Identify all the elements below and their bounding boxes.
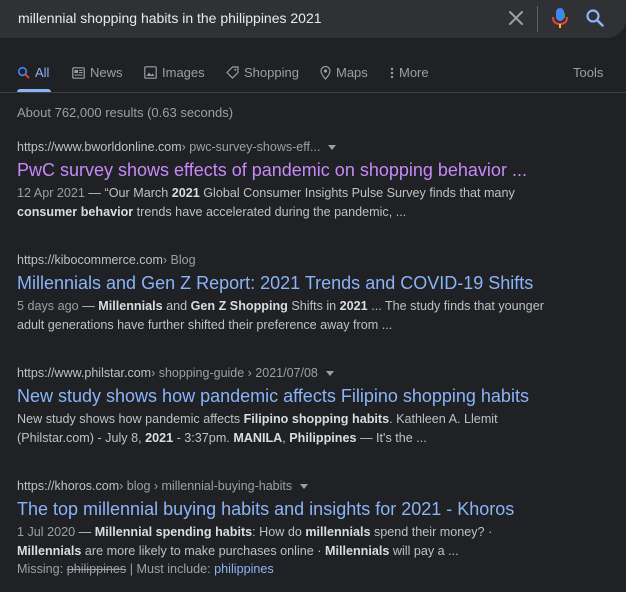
search-icon [17, 66, 30, 79]
snippet-text: adult generations have further shifted t… [17, 318, 393, 332]
result-site: https://www.bworldonline.com [17, 140, 182, 154]
result-site: https://khoros.com [17, 479, 120, 493]
snippet-highlight: Millennials [324, 544, 390, 558]
tab-label: Images [162, 65, 205, 80]
missing-term: philippines [66, 562, 127, 576]
snippet-highlight: 2021 [339, 299, 368, 313]
tab-label: Shopping [244, 65, 299, 80]
tab-label: Maps [336, 65, 368, 80]
tab-more[interactable]: More [390, 65, 429, 80]
snippet-text: - 3:37pm. [173, 431, 234, 445]
result-date: 1 Jul 2020 [17, 525, 76, 539]
result-title[interactable]: Millennials and Gen Z Report: 2021 Trend… [17, 273, 607, 294]
active-tab-indicator [17, 89, 51, 92]
snippet-highlight: consumer behavior [17, 205, 134, 219]
snippet-text: trends have accelerated during the pande… [133, 205, 407, 219]
snippet-text: New study shows how pandemic affects [17, 412, 244, 426]
snippet-text: — [75, 525, 95, 539]
result-path: › pwc-survey-shows-eff... [181, 140, 321, 154]
snippet-highlight: Millennials [98, 299, 163, 313]
snippet-text: spend their money? · [370, 525, 493, 539]
tab-all[interactable]: All [17, 65, 49, 80]
search-icon[interactable] [585, 8, 605, 28]
tab-images[interactable]: Images [144, 65, 205, 80]
result-title[interactable]: PwC survey shows effects of pandemic on … [17, 160, 607, 181]
kebab-icon [390, 67, 394, 78]
snippet-text: — [78, 299, 99, 313]
result-url[interactable]: https://kibocommerce.com › Blog [17, 253, 607, 267]
result-path: › shopping-guide › 2021/07/08 [151, 366, 318, 380]
news-icon [72, 66, 85, 79]
snippet-highlight: 2021 [145, 431, 174, 445]
search-bar: millennial shopping habits in the philip… [0, 0, 626, 38]
snippet-highlight: 2021 [171, 186, 200, 200]
tab-news[interactable]: News [72, 65, 123, 80]
tab-label: More [399, 65, 429, 80]
snippet-text: and [162, 299, 191, 313]
must-include-label: | Must include: [126, 562, 215, 576]
snippet-text: . Kathleen A. Llemit [389, 412, 498, 426]
search-result: https://khoros.com › blog › millennial-b… [17, 479, 607, 576]
map-pin-icon [320, 65, 331, 80]
result-url[interactable]: https://khoros.com › blog › millennial-b… [17, 479, 607, 493]
snippet-highlight: Millennial spending habits [94, 525, 253, 539]
chevron-down-icon[interactable] [325, 370, 334, 376]
tab-label: News [90, 65, 123, 80]
result-date: 5 days ago [17, 299, 79, 313]
tab-maps[interactable]: Maps [320, 65, 368, 80]
result-path: › Blog [162, 253, 196, 267]
snippet-highlight: millennials [305, 525, 371, 539]
snippet-highlight: Gen Z Shopping [190, 299, 288, 313]
must-include-link[interactable]: philippines [214, 562, 274, 576]
snippet-text: (Philstar.com) - July 8, [17, 431, 146, 445]
search-result: https://www.bworldonline.com › pwc-surve… [17, 140, 607, 222]
result-snippet: 12 Apr 2021 — “Our March 2021 Global Con… [17, 184, 607, 222]
snippet-highlight: Philippines [289, 431, 357, 445]
snippet-text: will pay a ... [389, 544, 459, 558]
tab-label: All [35, 65, 50, 80]
snippet-highlight: Filipino shopping habits [243, 412, 390, 426]
result-stats: About 762,000 results (0.63 seconds) [17, 105, 234, 120]
close-icon[interactable] [506, 8, 526, 28]
snippet-text: Shifts in [287, 299, 340, 313]
result-snippet: New study shows how pandemic affects Fil… [17, 410, 607, 448]
missing-label: Missing: [17, 562, 67, 576]
search-result: https://kibocommerce.com › Blog Millenni… [17, 253, 607, 335]
search-result: https://www.philstar.com › shopping-guid… [17, 366, 607, 448]
tools-label: Tools [573, 65, 604, 80]
image-icon [144, 66, 157, 79]
search-tabs: All News Images Shopping Maps More Tools [0, 56, 626, 93]
result-snippet: 1 Jul 2020 — Millennial spending habits:… [17, 523, 607, 561]
tag-icon [226, 66, 239, 79]
result-site: https://www.philstar.com [17, 366, 152, 380]
snippet-text: Global Consumer Insights Pulse Survey fi… [199, 186, 515, 200]
search-input[interactable]: millennial shopping habits in the philip… [18, 10, 322, 26]
snippet-text: : How do [252, 525, 306, 539]
tools-button[interactable]: Tools [573, 65, 603, 80]
result-title[interactable]: New study shows how pandemic affects Fil… [17, 386, 607, 407]
missing-terms: Missing: philippines | Must include: phi… [17, 562, 607, 576]
microphone-icon[interactable] [551, 7, 569, 29]
snippet-text: — It's the ... [356, 431, 427, 445]
snippet-text: are more likely to make purchases online… [81, 544, 325, 558]
chevron-down-icon[interactable] [328, 144, 337, 150]
chevron-down-icon[interactable] [300, 483, 309, 489]
result-site: https://kibocommerce.com [17, 253, 163, 267]
result-snippet: 5 days ago — Millennials and Gen Z Shopp… [17, 297, 607, 335]
result-path: › blog › millennial-buying-habits [119, 479, 293, 493]
result-url[interactable]: https://www.philstar.com › shopping-guid… [17, 366, 607, 380]
search-divider [537, 6, 538, 32]
snippet-text: — “Our March [84, 186, 172, 200]
snippet-text: ... The study finds that younger [367, 299, 544, 313]
tab-shopping[interactable]: Shopping [226, 65, 299, 80]
result-title[interactable]: The top millennial buying habits and ins… [17, 499, 607, 520]
snippet-highlight: MANILA [233, 431, 283, 445]
snippet-highlight: Millennials [17, 544, 82, 558]
result-url[interactable]: https://www.bworldonline.com › pwc-surve… [17, 140, 607, 154]
result-date: 12 Apr 2021 [17, 186, 85, 200]
